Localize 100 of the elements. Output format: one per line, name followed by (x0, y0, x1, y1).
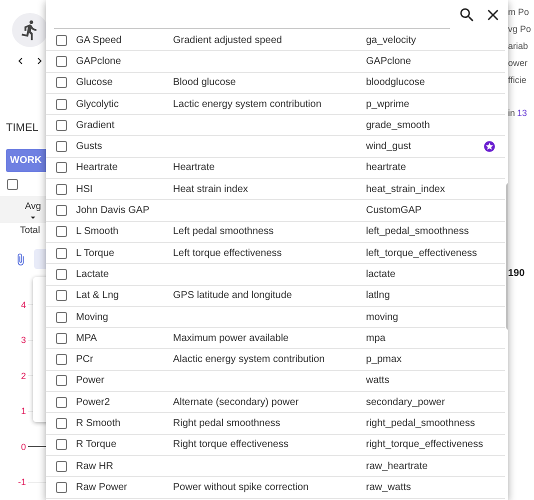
field-code: latlng (366, 290, 391, 302)
axis-tick: -1 (16, 477, 26, 488)
field-description: Right torque effectiveness (173, 439, 290, 450)
field-row[interactable]: Power watts (46, 370, 506, 392)
checkbox[interactable] (56, 205, 66, 216)
field-row[interactable]: PCr Alactic energy system contribution p_pmax (46, 349, 506, 371)
field-code: heat_strain_index (366, 184, 446, 195)
timeline-tab[interactable]: TIMEL (6, 122, 38, 136)
field-description: Power without spike correction (173, 482, 310, 493)
field-code: watts (366, 375, 390, 386)
checkbox[interactable] (56, 290, 66, 302)
checkbox[interactable] (56, 375, 66, 386)
field-name: MPA (76, 332, 98, 344)
field-code: bloodglucose (366, 77, 426, 88)
field-code: CustomGAP (366, 205, 423, 216)
field-code: grade_smooth (366, 120, 431, 131)
search-icon[interactable] (458, 6, 476, 24)
checkbox[interactable] (56, 77, 66, 88)
field-row[interactable]: L Torque Left torque effectiveness left_torque_effectiveness (46, 242, 506, 264)
stat-label: ower (508, 58, 529, 70)
field-code: ga_velocity (366, 34, 418, 46)
checkbox[interactable] (56, 439, 66, 450)
axis-tick: 1 (20, 406, 26, 416)
field-name: Power (76, 375, 106, 386)
checkbox[interactable] (56, 162, 66, 174)
field-code: p_wprime (366, 98, 410, 110)
field-name: Glucose (76, 77, 114, 88)
field-row[interactable]: Gradient grade_smooth (46, 115, 506, 136)
field-code: moving (366, 312, 400, 322)
axis-tick: 2 (20, 370, 26, 381)
field-code: heartrate (366, 162, 408, 174)
field-row[interactable]: Raw Power Power without spike correction raw_watts (46, 477, 506, 499)
checkbox[interactable] (56, 56, 66, 67)
checkbox[interactable] (56, 396, 66, 408)
stat-label: ariab (508, 41, 530, 53)
field-name: PCr (76, 354, 94, 366)
field-code: right_torque_effectiveness (366, 439, 484, 450)
checkbox[interactable] (56, 312, 66, 322)
field-description: Alactic energy system contribution (173, 354, 326, 366)
field-code: left_torque_effectiveness (366, 248, 478, 259)
column-header[interactable]: Avg (0, 196, 46, 223)
checkbox[interactable] (56, 184, 66, 195)
field-row[interactable]: R Torque Right torque effectiveness right_torque_effectiveness (46, 434, 506, 456)
total-label: Total (20, 224, 42, 237)
checkbox[interactable] (56, 460, 66, 472)
checkbox[interactable] (56, 34, 66, 46)
checkbox[interactable] (56, 268, 66, 280)
checkbox[interactable] (56, 482, 66, 493)
field-description: Right pedal smoothness (173, 418, 282, 429)
field-code: right_pedal_smoothness (366, 418, 476, 429)
checkbox[interactable] (56, 226, 66, 238)
field-description: Left torque effectiveness (173, 248, 283, 259)
count-link[interactable]: 13 (517, 108, 528, 118)
field-description: Left pedal smoothness (173, 226, 275, 238)
field-row[interactable]: Heartrate Heartrate heartrate (46, 158, 506, 180)
checkbox[interactable] (56, 120, 66, 131)
checkbox[interactable] (56, 141, 66, 152)
field-code: secondary_power (366, 396, 446, 408)
checkbox[interactable] (7, 179, 18, 190)
field-row[interactable]: Power2 Alternate (secondary) power secondary_power (46, 392, 506, 414)
field-row[interactable]: MPA Maximum power available mpa (46, 328, 506, 350)
field-row[interactable]: John Davis GAP CustomGAP (46, 200, 506, 222)
axis-tick: 3 (20, 335, 26, 346)
field-row[interactable]: GA Speed Gradient adjusted speed ga_velocity (46, 30, 506, 52)
checkbox[interactable] (56, 354, 66, 366)
field-row[interactable]: Raw HR raw_heartrate (46, 456, 506, 478)
field-row[interactable]: Lat & Lng GPS latitude and longitude latlng (46, 286, 506, 307)
checkbox[interactable] (56, 248, 66, 259)
field-code: raw_heartrate (366, 460, 429, 472)
checkbox[interactable] (56, 98, 66, 110)
field-description: GPS latitude and longitude (173, 290, 293, 302)
field-name: GAPclone (76, 56, 122, 67)
stat-label: vg Po (508, 24, 532, 36)
field-code: GAPclone (366, 56, 412, 67)
field-row[interactable]: R Smooth Right pedal smoothness right_pedal_smoothness (46, 413, 506, 435)
field-name: Lat & Lng (76, 290, 120, 302)
axis-tick: 4 (20, 300, 26, 310)
field-description: Heartrate (173, 162, 216, 174)
field-row[interactable]: GAPclone GAPclone (46, 51, 506, 73)
field-name: Gradient (76, 120, 116, 131)
stat-value: 190 (508, 268, 526, 279)
checkbox[interactable] (56, 418, 66, 429)
field-name: Heartrate (76, 162, 119, 174)
field-name: L Torque (76, 248, 116, 259)
field-row[interactable]: L Smooth Left pedal smoothness left_pedal_smoothness (46, 222, 506, 243)
field-name: R Torque (76, 439, 118, 450)
checkbox[interactable] (56, 332, 66, 344)
field-row[interactable]: Glycolytic Lactic energy system contribution p_wprime (46, 94, 506, 116)
work-button[interactable]: WORK (6, 148, 46, 172)
field-row[interactable]: Moving moving (46, 306, 506, 328)
field-row[interactable]: Glucose Blood glucose bloodglucose (46, 72, 506, 94)
field-code: left_pedal_smoothness (366, 226, 470, 238)
field-description: Lactic energy system contribution (173, 98, 322, 110)
field-description: Heat strain index (173, 184, 250, 195)
field-name: Power2 (76, 396, 111, 408)
field-row[interactable]: Gusts wind_gust (46, 136, 506, 158)
count-label: in (508, 108, 516, 118)
axis-tick: 0 (20, 442, 26, 452)
field-row[interactable]: Lactate lactate (46, 264, 506, 286)
field-row[interactable]: HSI Heat strain index heat_strain_index (46, 179, 506, 200)
